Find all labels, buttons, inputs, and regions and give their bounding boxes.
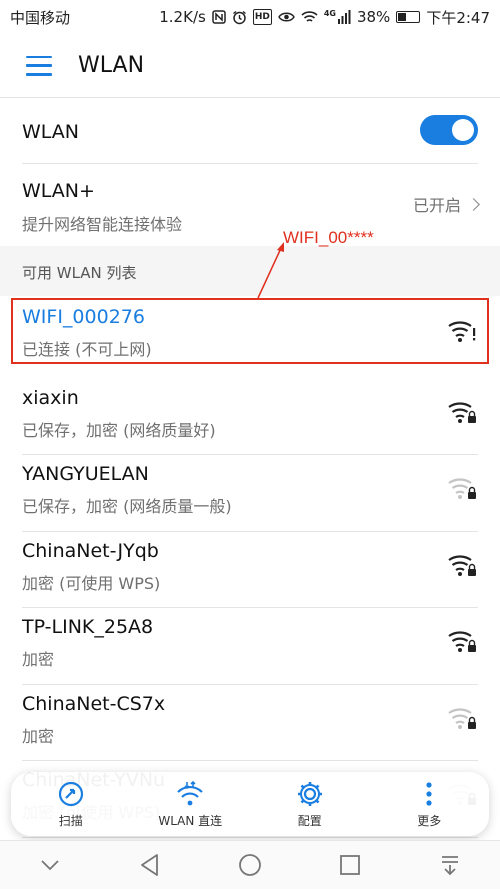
notification-pull-icon[interactable] <box>430 845 470 885</box>
network-status: 加密 (可使用 WPS) <box>22 573 161 593</box>
wlan-plus-subtitle: 提升网络智能连接体验 <box>22 215 183 234</box>
annotation-arrow-icon <box>257 242 284 299</box>
wlan-plus-status: 已开启 <box>412 192 480 216</box>
network-ssid: YANGYUELAN <box>22 463 149 485</box>
navigation-bar <box>0 840 500 889</box>
hamburger-menu-icon[interactable] <box>26 55 52 76</box>
wifi-locked-icon <box>448 399 478 425</box>
settings-gear-icon <box>297 781 322 806</box>
scan-icon <box>58 781 83 806</box>
bottom-toolbar: 扫描 WLAN 直连 配置 更多 <box>11 772 489 836</box>
wifi-status-icon <box>301 9 318 25</box>
network-row[interactable]: YANGYUELAN 已保存，加密 (网络质量一般) <box>0 455 500 532</box>
connected-highlight-box <box>11 298 489 364</box>
carrier-label: 中国移动 <box>10 8 71 27</box>
configure-label: 配置 <box>297 813 322 828</box>
more-button[interactable]: 更多 <box>384 780 474 829</box>
more-label: 更多 <box>417 813 442 828</box>
network-row[interactable]: xiaxin 已保存，加密 (网络质量好) <box>0 379 500 455</box>
battery-icon <box>396 11 421 23</box>
wlan-direct-icon <box>177 780 204 805</box>
network-row[interactable]: ChinaNet-CS7x 加密 <box>0 685 500 761</box>
wlan-plus-row[interactable]: WLAN+ 提升网络智能连接体验 已开启 <box>0 164 500 246</box>
scan-button[interactable]: 扫描 <box>26 780 116 829</box>
network-ssid: TP-LINK_25A8 <box>22 616 154 638</box>
network-status: 已保存，加密 (网络质量好) <box>22 420 216 440</box>
wlan-direct-label: WLAN 直连 <box>158 813 223 828</box>
action-bar: WLAN <box>0 34 500 98</box>
eye-comfort-icon <box>278 9 295 25</box>
configure-button[interactable]: 配置 <box>265 780 355 829</box>
wifi-locked-icon <box>448 475 478 501</box>
battery-percent: 38% <box>356 8 391 26</box>
status-icons: 1.2K/s HD 4G 38% 下午2:47 <box>159 7 490 28</box>
back-icon[interactable] <box>130 845 170 885</box>
alarm-icon <box>232 9 247 25</box>
ssid-annotation: WIFI_00**** <box>283 228 374 247</box>
wifi-locked-icon <box>448 705 478 731</box>
network-ssid: ChinaNet-JYqb <box>22 539 159 562</box>
wlan-direct-button[interactable]: WLAN 直连 <box>145 780 235 829</box>
page-title: WLAN <box>78 53 145 78</box>
collapse-icon[interactable] <box>30 845 70 885</box>
hd-badge: HD <box>252 9 272 25</box>
network-row[interactable]: ChinaNet-JYqb 加密 (可使用 WPS) <box>0 532 500 608</box>
wlan-plus-title: WLAN+ <box>22 180 95 202</box>
wlan-toggle-switch[interactable] <box>420 115 478 145</box>
network-speed: 1.2K/s <box>159 8 206 26</box>
wifi-locked-icon <box>448 628 478 654</box>
network-type: 4G <box>323 9 336 18</box>
status-bar: 中国移动 1.2K/s HD 4G 38% 下午2:47 <box>0 0 500 34</box>
cell-signal-icon: 4G <box>324 9 351 25</box>
home-icon[interactable] <box>230 845 270 885</box>
clock: 下午2:47 <box>426 8 490 27</box>
network-status: 加密 <box>22 726 55 746</box>
scan-label: 扫描 <box>58 813 83 828</box>
available-networks-header: 可用 WLAN 列表 <box>22 264 137 282</box>
network-status: 已保存，加密 (网络质量一般) <box>22 497 232 516</box>
wlan-plus-status-text: 已开启 <box>412 196 461 215</box>
network-status: 加密 <box>22 650 55 669</box>
recents-icon[interactable] <box>330 845 370 885</box>
nfc-icon <box>212 9 226 25</box>
chevron-right-icon <box>467 197 480 211</box>
wlan-settings-screen: 中国移动 1.2K/s HD 4G 38% 下午2:47 WLAN WLAN W… <box>0 0 500 889</box>
wlan-toggle-row[interactable]: WLAN <box>0 99 500 164</box>
network-row[interactable]: TP-LINK_25A8 加密 <box>0 608 500 685</box>
network-ssid: ChinaNet-CS7x <box>22 692 166 715</box>
network-ssid: xiaxin <box>22 386 79 409</box>
wifi-locked-icon <box>448 552 478 578</box>
more-vertical-icon <box>426 781 432 806</box>
wlan-toggle-label: WLAN <box>22 121 80 143</box>
